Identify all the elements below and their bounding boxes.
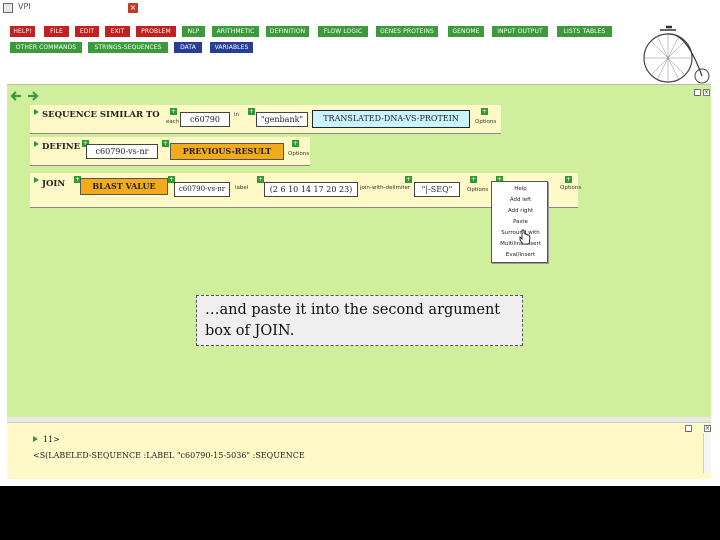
close-icon[interactable]: × — [128, 3, 138, 13]
document-icon — [3, 3, 13, 13]
add-arg-icon[interactable]: + — [565, 176, 572, 183]
arg-c60790[interactable]: c60790 — [180, 112, 230, 127]
menu-other-commands[interactable]: OTHER COMMANDS — [10, 42, 82, 53]
add-arg-icon[interactable]: + — [170, 108, 177, 115]
application-window: VPI × HELP! FILE EDIT EXIT PROBLEM NLP A… — [0, 0, 720, 486]
expand-icon[interactable] — [34, 141, 39, 147]
back-arrow-icon[interactable] — [9, 89, 23, 103]
add-arg-icon[interactable]: + — [248, 108, 255, 115]
menu-lists-tables[interactable]: LISTS TABLES — [557, 26, 612, 37]
menu-nlp[interactable]: NLP — [182, 26, 205, 37]
add-arg-icon[interactable]: + — [292, 140, 299, 147]
menu-data[interactable]: DATA — [174, 42, 202, 53]
workspace[interactable]: _ × SEQUENCE SIMILAR TO + each c60790 in… — [7, 84, 711, 417]
ctx-paste[interactable]: Paste — [492, 217, 549, 228]
ctx-add-right[interactable]: Add right — [492, 206, 549, 217]
options-label-2[interactable]: Options — [560, 185, 581, 191]
ctx-eval-insert[interactable]: Eval/Insert — [492, 250, 549, 261]
menu-arithmetic[interactable]: ARITHMETIC — [212, 26, 259, 37]
sequence-similar-keyword: SEQUENCE SIMILAR TO — [42, 110, 160, 120]
expand-icon[interactable] — [34, 109, 39, 115]
options-label[interactable]: Options — [467, 187, 488, 193]
console-pane[interactable]: 11> <S(LABELED-SEQUENCE :LABEL "c60790-1… — [7, 422, 711, 479]
ctx-add-left[interactable]: Add left — [492, 195, 549, 206]
add-arg-icon[interactable]: + — [481, 108, 488, 115]
menu-genes-proteins[interactable]: GENES PROTEINS — [376, 26, 438, 37]
options-label[interactable]: Options — [288, 151, 309, 157]
in-label: in — [234, 112, 240, 118]
arg-seq-delimiter[interactable]: "|-SEQ" — [414, 182, 460, 197]
define-keyword: DEFINE — [42, 142, 81, 152]
title-bar: VPI × — [0, 0, 720, 16]
menu-edit[interactable]: EDIT — [75, 26, 99, 37]
join-keyword: JOIN — [42, 179, 66, 189]
menu-exit[interactable]: EXIT — [105, 26, 130, 37]
expand-icon[interactable] — [33, 436, 38, 442]
forward-arrow-icon[interactable] — [26, 89, 40, 103]
close-pane-icon[interactable]: × — [704, 425, 711, 432]
hand-cursor-icon — [519, 229, 531, 245]
arg-blast-value[interactable]: BLAST VALUE — [80, 178, 168, 195]
console-output: <S(LABELED-SEQUENCE :LABEL "c60790-15-50… — [33, 451, 305, 460]
arg-genbank[interactable]: "genbank" — [256, 112, 308, 127]
menu-file[interactable]: FILE — [44, 26, 69, 37]
arg-c60790-vs-nr[interactable]: c60790-vs-nr — [86, 144, 158, 159]
menu-flow-logic[interactable]: FLOW LOGIC — [318, 26, 368, 37]
menu-area: HELP! FILE EDIT EXIT PROBLEM NLP ARITHME… — [0, 16, 720, 86]
console-prompt: 11> — [43, 435, 60, 444]
add-arg-icon[interactable]: + — [257, 176, 264, 183]
penny-farthing-logo — [643, 25, 710, 84]
tutorial-callout: …and paste it into the second argument b… — [196, 295, 523, 346]
arg-previous-result[interactable]: PREVIOUS-RESULT — [170, 143, 284, 160]
callout-text: …and paste it into the second argument b… — [205, 302, 501, 339]
context-menu[interactable]: Help Add left Add right Paste Surround w… — [491, 181, 548, 263]
close-pane-icon[interactable]: × — [703, 89, 710, 96]
arg-number-list[interactable]: (2 6 10 14 17 20 23) — [264, 182, 358, 197]
menu-genome[interactable]: GENOME — [448, 26, 484, 37]
arg-c60790-vs-nr[interactable]: c60790-vs-nr — [174, 182, 230, 197]
label-label: label — [235, 185, 249, 191]
add-arg-icon[interactable]: + — [162, 140, 169, 147]
join-with-delimiter-label: join-with-delimiter — [360, 185, 411, 191]
menu-help[interactable]: HELP! — [10, 26, 35, 37]
arg-translated-dna-vs-protein[interactable]: TRANSLATED-DNA-VS-PROTEIN — [312, 110, 470, 128]
menu-variables[interactable]: VARIABLES — [210, 42, 253, 53]
ctx-help[interactable]: Help — [492, 184, 549, 195]
sequence-similar-row[interactable]: SEQUENCE SIMILAR TO + each c60790 in + "… — [30, 105, 501, 134]
menu-definition[interactable]: DEFINITION — [266, 26, 309, 37]
add-arg-icon[interactable]: + — [470, 176, 477, 183]
add-arg-icon[interactable]: + — [405, 176, 412, 183]
expand-icon[interactable] — [34, 177, 39, 183]
options-label[interactable]: Options — [475, 119, 496, 125]
window-title: VPI — [18, 2, 31, 11]
console-scrollbar[interactable] — [703, 433, 711, 473]
menu-problem[interactable]: PROBLEM — [136, 26, 176, 37]
menu-strings-sequences[interactable]: STRINGS-SEQUENCES — [88, 42, 168, 53]
minimize-icon[interactable]: _ — [694, 89, 701, 96]
minimize-icon[interactable]: _ — [685, 425, 692, 432]
define-row[interactable]: DEFINE + c60790-vs-nr + PREVIOUS-RESULT … — [30, 137, 310, 166]
each-label: each — [166, 119, 180, 125]
menu-input-output[interactable]: INPUT OUTPUT — [492, 26, 548, 37]
